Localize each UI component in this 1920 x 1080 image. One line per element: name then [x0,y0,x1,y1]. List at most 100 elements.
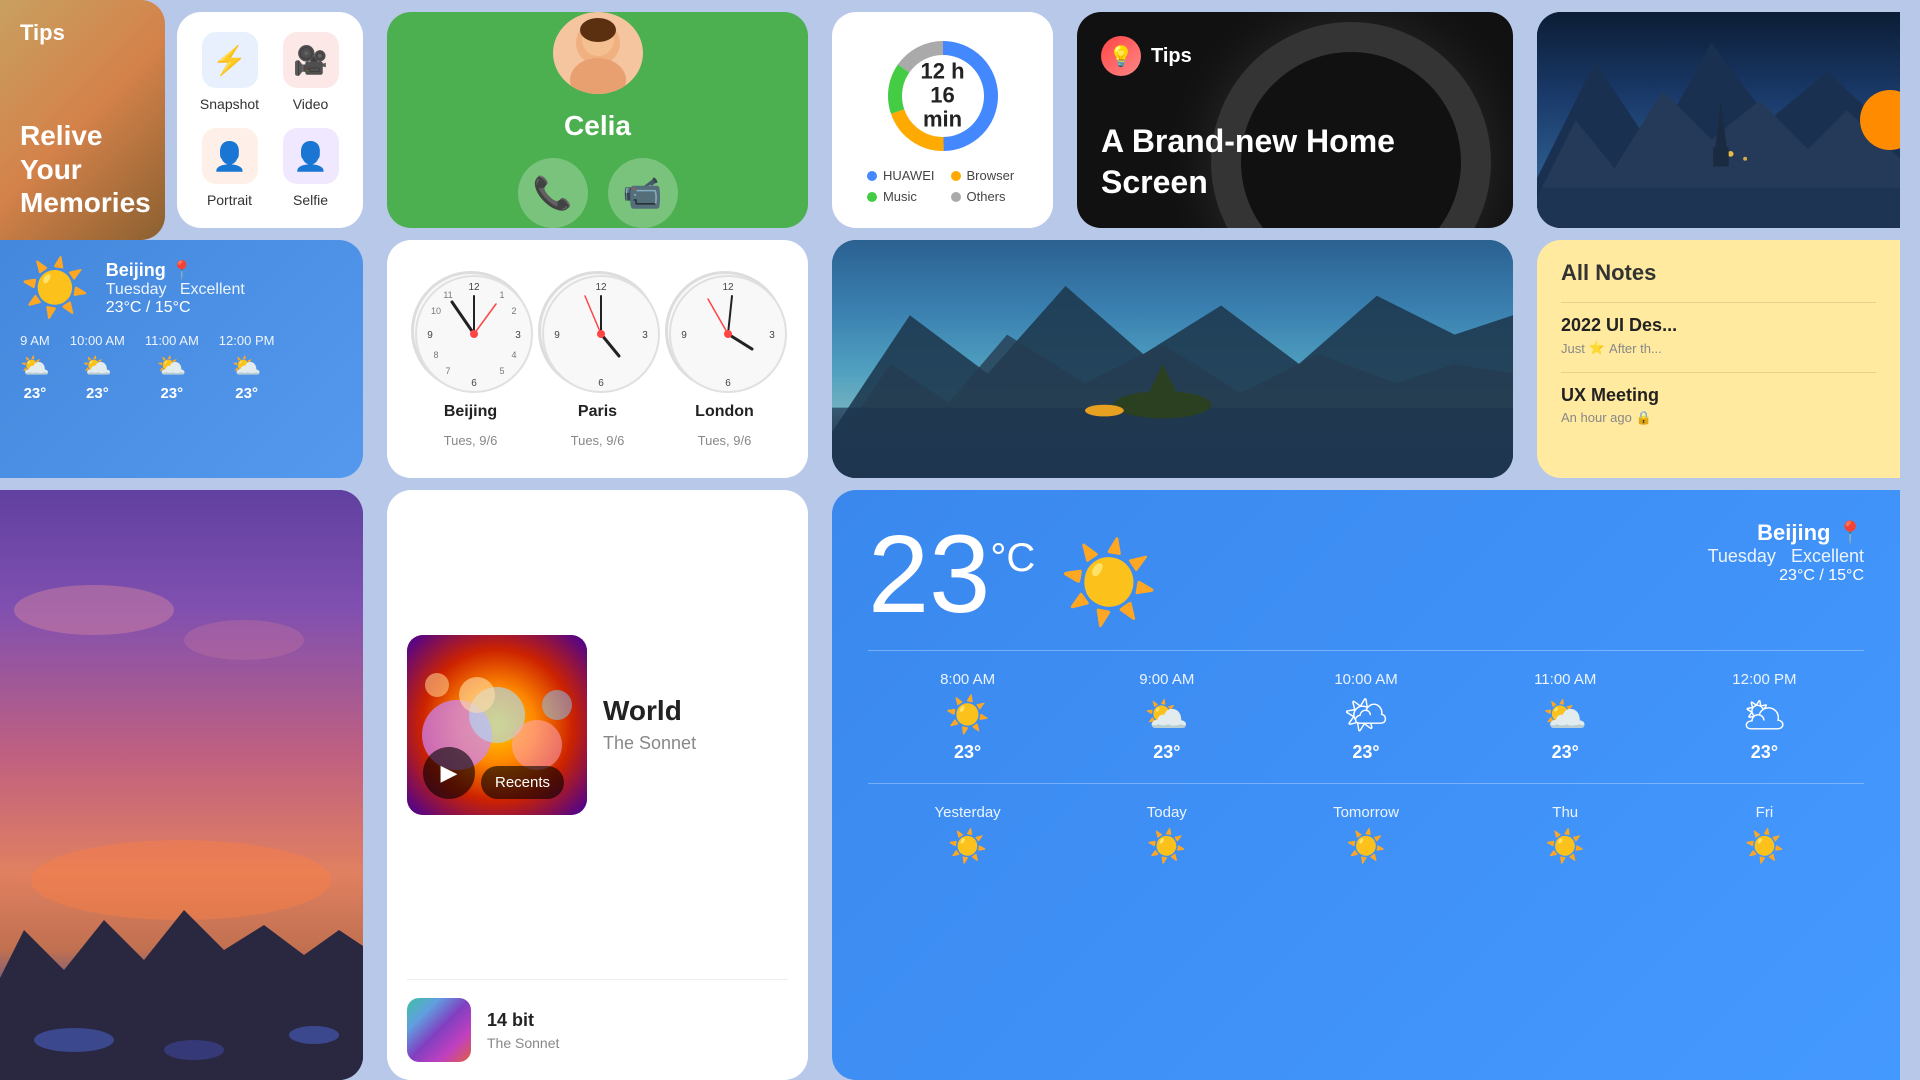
wday-name-4: Fri [1756,804,1774,821]
browser-dot [951,171,961,181]
camera-grid-card: ⚡ Snapshot 🎥 Video 👤 Portrait 👤 Selfie [177,12,363,228]
svg-text:6: 6 [725,378,731,389]
note-title-1: UX Meeting [1561,385,1876,406]
weather-small-card: ☀️ Beijing 📍 Tuesday Excellent 23°C / 15… [0,240,363,478]
whl-time-0: 8:00 AM [940,671,995,688]
svg-text:12: 12 [595,282,607,293]
wday-name-2: Tomorrow [1333,804,1399,821]
weather-hour-3: 12:00 PM ⛅ 23° [219,333,275,402]
weather-large-temp: 23 [868,520,990,630]
portrait-icon: 👤 [202,128,258,184]
clock-london-name: London [695,403,754,421]
battery-time-display: 12 h 16 min [913,60,973,133]
svg-text:10: 10 [430,306,440,316]
whl-time-1: 9:00 AM [1139,671,1194,688]
weather-large-city: Beijing 📍 [1708,520,1864,546]
weather-large-right: Beijing 📍 Tuesday Excellent 23°C / 15°C [1708,520,1864,585]
weather-hour-1-time: 10:00 AM [70,333,125,348]
weather-hour-0-temp: 23° [24,385,47,402]
clock-paris-face: 12 3 6 9 [538,271,658,391]
notes-header: All Notes [1561,260,1876,286]
weather-day-condition: Tuesday Excellent [106,281,343,299]
celia-video-button[interactable]: 📹 [608,158,678,228]
weather-hour-0-time: 9 AM [20,333,50,348]
music-play-button[interactable]: ▶ [423,747,475,799]
note-meta-1: An hour ago 🔒 [1561,410,1876,426]
whl-temp-0: 23° [954,742,981,763]
weather-large-sun-icon: ☀️ [1059,536,1159,630]
weather-hour-3-icon: ⛅ [232,352,262,381]
svg-text:12: 12 [722,282,734,293]
weather-day-3: Thu ☀️ [1466,804,1665,865]
whl-time-4: 12:00 PM [1732,671,1796,688]
weather-hour-0-icon: ⛅ [20,352,50,381]
weather-hour-large-3: 11:00 AM ⛅ 23° [1466,671,1665,763]
lake-card [832,240,1513,478]
huawei-label: HUAWEI [883,168,935,183]
whl-time-3: 11:00 AM [1534,671,1596,688]
huawei-dot [867,171,877,181]
weather-small-info: Beijing 📍 Tuesday Excellent 23°C / 15°C [106,260,343,317]
camera-item-portrait[interactable]: 👤 Portrait [193,124,266,212]
celia-name: Celia [564,110,631,142]
clock-paris-name: Paris [578,403,617,421]
weather-daily: Yesterday ☀️ Today ☀️ Tomorrow ☀️ Thu ☀️… [868,804,1864,865]
clock-london-face: 12 3 6 9 [665,271,785,391]
snapshot-label: Snapshot [200,96,259,112]
celia-avatar [553,12,643,94]
music-thumb-small [407,998,471,1062]
whl-temp-1: 23° [1153,742,1180,763]
whl-temp-2: 23° [1352,742,1379,763]
svg-text:9: 9 [554,330,560,341]
camera-item-video[interactable]: 🎥 Video [274,28,347,116]
weather-day-2: Tomorrow ☀️ [1266,804,1465,865]
note-item-0[interactable]: 2022 UI Des... Just ⭐ After th... [1561,302,1876,356]
music-second-item[interactable]: 14 bit The Sonnet [387,980,808,1080]
weather-hour-1-temp: 23° [86,385,109,402]
weather-large-range: 23°C / 15°C [1708,567,1864,585]
weather-sun-icon: ☀️ [20,260,90,316]
tips-dark-title: Tips [1151,45,1192,68]
weather-hour-2-icon: ⛅ [157,352,187,381]
whl-icon-2: 🌤 [1343,694,1389,736]
weather-large-card: 23 °C ☀️ Beijing 📍 Tuesday Excellent 23°… [832,490,1900,1080]
note-title-0: 2022 UI Des... [1561,315,1876,336]
svg-text:2: 2 [511,306,516,316]
tips-dark-text: A Brand-new Home Screen [1101,121,1489,204]
weather-day-1: Today ☀️ [1067,804,1266,865]
legend-music: Music [867,189,935,204]
weather-day-4: Fri ☀️ [1665,804,1864,865]
weather-hourly-large: 8:00 AM ☀️ 23° 9:00 AM ⛅ 23° 10:00 AM 🌤 … [868,671,1864,763]
whl-temp-4: 23° [1751,742,1778,763]
camera-item-selfie[interactable]: 👤 Selfie [274,124,347,212]
weather-temp-range: 23°C / 15°C [106,299,343,317]
camera-item-snapshot[interactable]: ⚡ Snapshot [193,28,266,116]
video-label: Video [293,96,329,112]
music-recents-label[interactable]: Recents [481,766,564,799]
svg-text:3: 3 [642,330,648,341]
music-info: World The Sonnet [603,695,788,754]
music-title: World [603,695,788,727]
svg-text:3: 3 [515,330,521,341]
portrait-label: Portrait [207,192,252,208]
clock-london-date: Tues, 9/6 [698,433,752,448]
others-dot [951,192,961,202]
svg-text:1: 1 [499,290,504,300]
whl-time-2: 10:00 AM [1334,671,1397,688]
weather-hour-2-temp: 23° [160,385,183,402]
music-top-item: ▶ Recents World The Sonnet [387,490,808,979]
music-card: ▶ Recents World The Sonnet 14 bit The So… [387,490,808,1080]
note-item-1[interactable]: UX Meeting An hour ago 🔒 [1561,372,1876,426]
wday-icon-3: ☀️ [1545,827,1585,865]
wday-name-0: Yesterday [935,804,1001,821]
celia-call-button[interactable]: 📞 [518,158,588,228]
snapshot-icon: ⚡ [202,32,258,88]
weather-small-top: ☀️ Beijing 📍 Tuesday Excellent 23°C / 15… [20,260,343,317]
weather-hour-1-icon: ⛅ [82,352,112,381]
wday-name-3: Thu [1552,804,1578,821]
legend-huawei: HUAWEI [867,168,935,183]
svg-text:3: 3 [769,330,775,341]
clock-paris: 12 3 6 9 Paris Tues, 9/6 [538,271,658,448]
legend-others: Others [951,189,1019,204]
clock-london: 12 3 6 9 London Tues, 9/6 [665,271,785,448]
